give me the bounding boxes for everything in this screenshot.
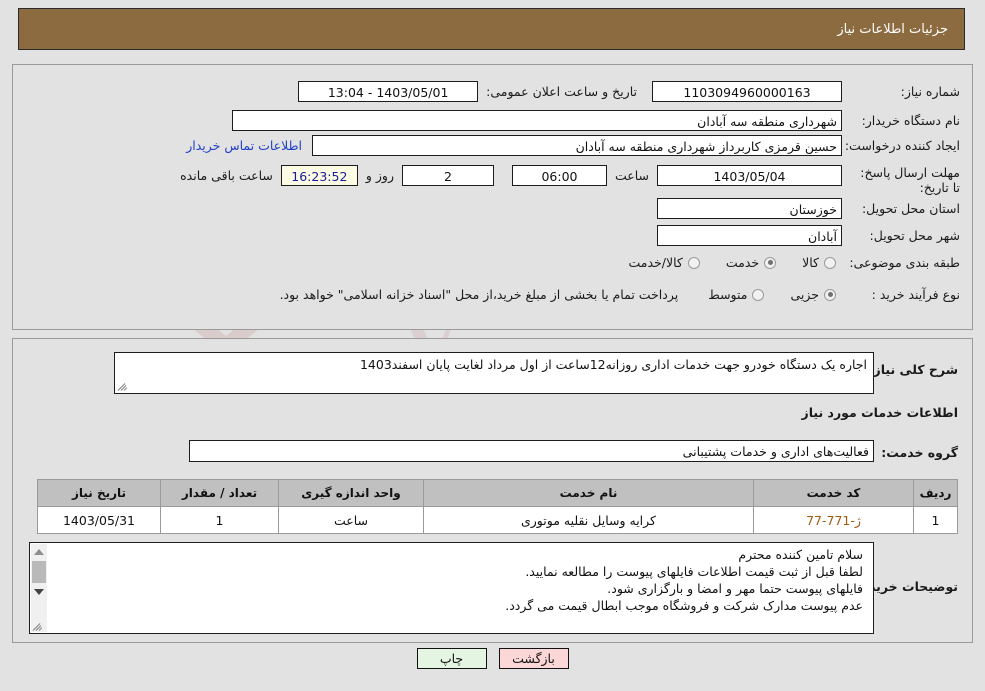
category-option-goods[interactable]: کالا (802, 255, 836, 270)
creator-row: ایجاد کننده درخواست: حسین قرمزی کاربرداز… (186, 135, 960, 156)
need-detail-panel: شرح کلی نیاز: اجاره یک دستگاه خودرو جهت … (12, 338, 973, 643)
city-row: شهر محل تحویل: آبادان (657, 225, 960, 246)
cell-service-name: کرایه وسایل نقلیه موتوری (423, 506, 754, 534)
process-label: نوع فرآیند خرید : (871, 287, 960, 302)
buyer-notes-line-1: سلام تامین کننده محترم (738, 547, 863, 562)
scroll-down-arrow-icon[interactable] (31, 584, 47, 600)
scrollbar-thumb[interactable] (32, 561, 46, 583)
need-number-label: شماره نیاز: (900, 84, 960, 99)
buyer-contact-link[interactable]: اطلاعات تماس خریدار (186, 138, 302, 153)
need-number-value: 1103094960000163 (652, 81, 842, 102)
process-option-minor-label: جزیی (790, 287, 819, 302)
footer-button-bar: بازگشت چاپ (0, 648, 985, 669)
radio-medium-icon[interactable] (752, 288, 765, 301)
summary-textarea[interactable]: اجاره یک دستگاه خودرو جهت خدمات اداری رو… (114, 352, 874, 394)
category-option-service[interactable]: خدمت (725, 255, 777, 270)
summary-resize-grip-icon[interactable] (117, 380, 129, 392)
creator-label: ایجاد کننده درخواست: (844, 138, 960, 153)
column-header-need-date: تاریخ نیاز (37, 479, 161, 507)
deadline-date-value: 1403/05/04 (657, 165, 842, 186)
page-header-bar: جزئیات اطلاعات نیاز (18, 8, 965, 50)
cell-row-number: 1 (913, 506, 958, 534)
column-header-service-name: نام خدمت (423, 479, 754, 507)
cell-quantity: 1 (160, 506, 279, 534)
buyer-org-label: نام دستگاه خریدار: (861, 113, 960, 128)
buyer-notes-line-3: فایلهای پیوست حتما مهر و امضا و بارگزاری… (607, 581, 863, 596)
deadline-row: 1403/05/04 ساعت 06:00 2 روز و 16:23:52 س… (180, 165, 842, 186)
column-header-quantity: تعداد / مقدار (160, 479, 279, 507)
basic-info-panel: شماره نیاز: 1103094960000163 تاریخ و ساع… (12, 64, 973, 330)
process-row: نوع فرآیند خرید : جزیی متوسط پرداخت تمام… (280, 287, 960, 302)
print-button[interactable]: چاپ (416, 648, 487, 669)
scroll-up-arrow-icon[interactable] (31, 544, 47, 560)
deadline-days-value: 2 (401, 165, 494, 186)
need-number-row: شماره نیاز: 1103094960000163 (652, 81, 960, 102)
creator-value: حسین قرمزی کاربرداز شهرداری منطقه سه آبا… (312, 135, 842, 156)
buyer-org-row: نام دستگاه خریدار: شهرداری منطقه سه آباد… (232, 110, 960, 131)
remaining-time-label: ساعت باقی مانده (180, 168, 273, 183)
buyer-notes-line-2: لطفا قبل از ثبت قیمت اطلاعات فایلهای پیو… (525, 564, 863, 579)
buyer-org-value: شهرداری منطقه سه آبادان (232, 110, 842, 131)
deadline-label: مهلت ارسال پاسخ: تا تاریخ: (860, 165, 960, 195)
page-title: جزئیات اطلاعات نیاز (837, 21, 948, 37)
category-label: طبقه بندی موضوعی: (849, 255, 960, 270)
cell-unit: ساعت (278, 506, 424, 534)
cell-service-code: ژ-771-77 (753, 506, 914, 534)
column-header-service-code: کد خدمت (753, 479, 914, 507)
services-table: ردیف کد خدمت نام خدمت واحد اندازه گیری ت… (37, 479, 958, 534)
radio-service-icon[interactable] (764, 256, 777, 269)
radio-goods-service-icon[interactable] (687, 256, 700, 269)
process-option-medium[interactable]: متوسط (708, 287, 765, 302)
city-value: آبادان (657, 225, 842, 246)
cell-need-date: 1403/05/31 (37, 506, 161, 534)
services-heading: اطلاعات خدمات مورد نیاز (801, 405, 959, 420)
buyer-notes-scrollbar[interactable] (31, 544, 47, 632)
category-row: طبقه بندی موضوعی: کالا خدمت کالا/خدمت (628, 255, 960, 270)
deadline-label-wrap: مهلت ارسال پاسخ: تا تاریخ: (850, 165, 960, 195)
province-row: استان محل تحویل: خوزستان (657, 198, 960, 219)
announcement-value: 1403/05/01 - 13:04 (298, 81, 479, 102)
category-option-goods-service-label: کالا/خدمت (628, 255, 683, 270)
city-label: شهر محل تحویل: (869, 228, 960, 243)
announcement-row: تاریخ و ساعت اعلان عمومی: 1403/05/01 - 1… (298, 81, 637, 102)
payment-note: پرداخت تمام یا بخشی از مبلغ خرید،از محل … (279, 287, 679, 302)
category-option-goods-service[interactable]: کالا/خدمت (628, 255, 700, 270)
back-button[interactable]: بازگشت (498, 648, 569, 669)
deadline-days-label: روز و (365, 168, 394, 183)
countdown-timer-value: 16:23:52 (280, 165, 358, 186)
table-header-row: ردیف کد خدمت نام خدمت واحد اندازه گیری ت… (37, 479, 958, 507)
deadline-hour-label: ساعت (614, 168, 649, 183)
summary-label: شرح کلی نیاز: (868, 362, 958, 377)
summary-text: اجاره یک دستگاه خودرو جهت خدمات اداری رو… (359, 357, 867, 372)
deadline-time-value: 06:00 (511, 165, 607, 186)
radio-goods-icon[interactable] (824, 256, 836, 269)
service-group-value: فعالیت‌های اداری و خدمات پشتیبانی (189, 440, 874, 462)
buyer-notes-textarea[interactable]: سلام تامین کننده محترم لطفا قبل از ثبت ق… (29, 542, 874, 634)
province-value: خوزستان (657, 198, 842, 219)
column-header-row-number: ردیف (913, 479, 958, 507)
column-header-unit: واحد اندازه گیری (278, 479, 424, 507)
buyer-notes-line-4: عدم پیوست مدارک شرکت و فروشگاه موجب ابطا… (505, 598, 863, 613)
table-row: 1 ژ-771-77 کرایه وسایل نقلیه موتوری ساعت… (37, 506, 958, 534)
radio-minor-icon[interactable] (824, 288, 836, 301)
announcement-label: تاریخ و ساعت اعلان عمومی: (486, 84, 637, 99)
service-group-label: گروه خدمت: (881, 445, 958, 460)
process-option-medium-label: متوسط (708, 287, 748, 302)
category-option-goods-label: کالا (802, 255, 819, 270)
province-label: استان محل تحویل: (861, 201, 960, 216)
category-option-service-label: خدمت (725, 255, 760, 270)
process-option-minor[interactable]: جزیی (790, 287, 836, 302)
